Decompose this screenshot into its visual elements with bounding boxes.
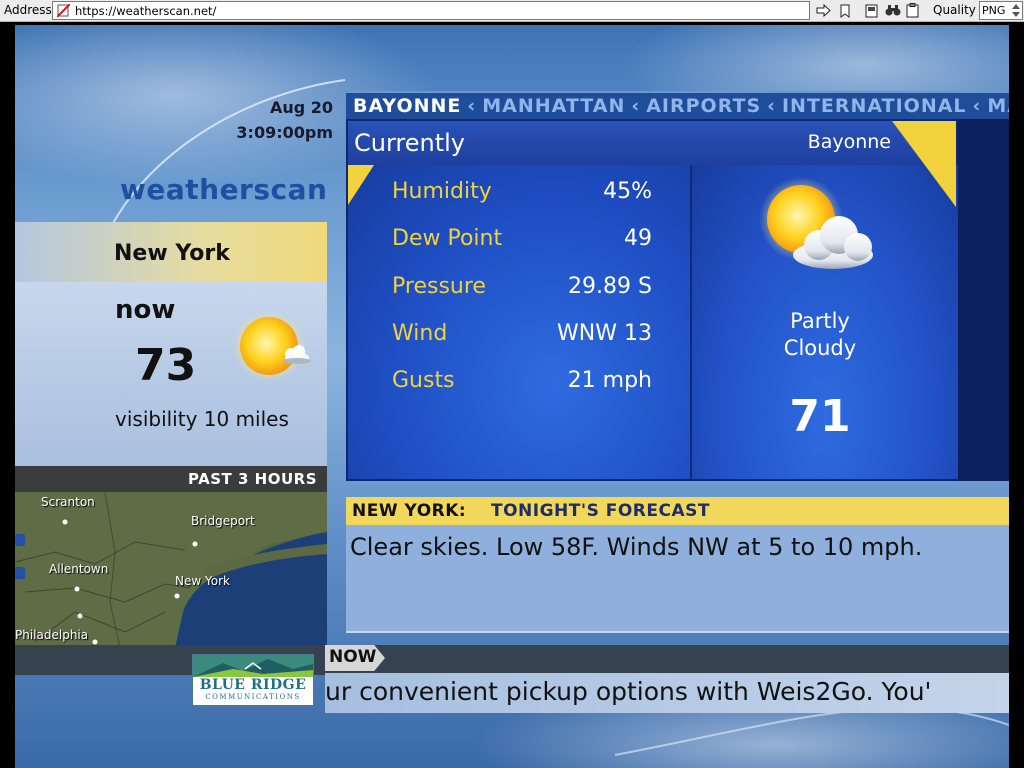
observation-value: WNW 13 xyxy=(557,321,652,346)
sun-with-small-cloud-icon xyxy=(233,310,311,382)
location-ticker: BAYONNE ‹ MANHATTAN ‹ AIRPORTS ‹ INTERNATIONAL… xyxy=(346,91,1009,119)
condition-temperature: 71 xyxy=(789,391,851,442)
insecure-page-icon xyxy=(57,4,70,17)
observation-label: Wind xyxy=(392,321,448,346)
ticker-item: MANH xyxy=(987,95,1009,117)
observation-value: 29.89 S xyxy=(568,274,652,299)
binoculars-icon[interactable] xyxy=(884,2,901,19)
forecast-city: NEW YORK: xyxy=(352,501,467,521)
observation-value: 49 xyxy=(624,226,652,251)
observation-row: Wind WNW 13 xyxy=(392,321,652,351)
local-temperature: 73 xyxy=(135,340,197,391)
ticker-active-item: BAYONNE xyxy=(353,95,462,117)
crawl-text: ur convenient pickup options with Weis2G… xyxy=(325,677,932,706)
current-header: Currently Bayonne xyxy=(348,121,956,165)
forecast-header: NEW YORK: TONIGHT'S FORECAST xyxy=(346,497,1009,525)
forecast-text: Clear skies. Low 58F. Winds NW at 5 to 1… xyxy=(350,533,923,561)
ticker-separator: ‹ xyxy=(631,95,641,117)
go-arrow-icon[interactable] xyxy=(815,2,832,19)
corner-accent-left xyxy=(348,165,374,205)
observation-row: Humidity 45% xyxy=(392,179,652,209)
spinner-arrows-icon[interactable] xyxy=(1011,3,1021,18)
observation-label: Humidity xyxy=(392,179,492,204)
ticker-item: INTERNATIONAL xyxy=(781,95,967,117)
time-display: 3:09:00pm xyxy=(236,123,333,142)
format-value: PNG xyxy=(982,4,1006,17)
forecast-title: TONIGHT'S FORECAST xyxy=(491,501,710,521)
crawl-header-strip xyxy=(15,645,1009,675)
page-info-icon[interactable] xyxy=(863,2,880,19)
date-display: Aug 20 xyxy=(269,98,333,117)
observation-row: Gusts 21 mph xyxy=(392,368,652,398)
forecast-body: Clear skies. Low 58F. Winds NW at 5 to 1… xyxy=(346,525,1009,633)
condition-text: Partly Cloudy xyxy=(783,309,857,360)
observation-label: Dew Point xyxy=(392,226,503,251)
current-location: Bayonne xyxy=(807,131,891,153)
now-tag: NOW xyxy=(325,645,385,671)
sponsor-logo: BLUE RIDGE COMMUNICATIONS xyxy=(192,654,314,706)
panel-edge xyxy=(958,119,1009,481)
radar-title: PAST 3 HOURS xyxy=(15,466,327,492)
crawl-bar: ur convenient pickup options with Weis2G… xyxy=(325,673,1009,713)
observation-value: 45% xyxy=(603,179,652,204)
ticker-separator: ‹ xyxy=(467,95,477,117)
map-label-allentown: Allentown xyxy=(49,562,109,576)
browser-toolbar: Address https://weatherscan.net/ Quality… xyxy=(0,0,1024,22)
address-url[interactable]: https://weatherscan.net/ xyxy=(75,4,216,18)
bookmark-icon[interactable] xyxy=(836,2,853,19)
corner-accent-right xyxy=(892,121,956,207)
observation-value: 21 mph xyxy=(567,368,652,393)
visibility-text: visibility 10 miles xyxy=(115,407,289,431)
mountain-logo-icon xyxy=(193,655,313,677)
now-label: now xyxy=(115,295,176,325)
format-select[interactable]: PNG xyxy=(979,1,1023,20)
ticker-item: MANHATTAN xyxy=(482,95,626,117)
sponsor-name: BLUE RIDGE xyxy=(199,677,307,693)
quality-label: Quality xyxy=(933,3,976,17)
observation-label: Pressure xyxy=(392,274,486,299)
weatherscan-screen: Aug 20 3:09:00pm weatherscan New York no… xyxy=(15,25,1009,768)
map-label-philadelphia: Philadelphia xyxy=(15,628,89,642)
radar-map: Scranton Bridgeport Allentown New York P… xyxy=(15,492,327,648)
clipboard-icon[interactable] xyxy=(904,2,921,19)
address-label: Address xyxy=(4,3,52,17)
observation-row: Pressure 29.89 S xyxy=(392,274,652,304)
observation-row: Dew Point 49 xyxy=(392,226,652,256)
ticker-separator: ‹ xyxy=(972,95,982,117)
address-bar[interactable]: https://weatherscan.net/ xyxy=(52,1,810,20)
observation-label: Gusts xyxy=(392,368,455,393)
video-frame: Aug 20 3:09:00pm weatherscan New York no… xyxy=(0,23,1024,768)
map-label-bridgeport: Bridgeport xyxy=(191,514,255,528)
ticker-separator: ‹ xyxy=(767,95,776,117)
map-label-scranton: Scranton xyxy=(41,495,95,509)
ticker-item: AIRPORTS xyxy=(646,95,762,117)
map-label-new-york: New York xyxy=(175,574,230,588)
partly-cloudy-icon xyxy=(759,177,873,269)
current-title: Currently xyxy=(354,129,466,157)
weatherscan-logo: weatherscan xyxy=(120,173,328,206)
local-city-name: New York xyxy=(114,241,230,266)
sponsor-subtitle: COMMUNICATIONS xyxy=(205,693,301,701)
